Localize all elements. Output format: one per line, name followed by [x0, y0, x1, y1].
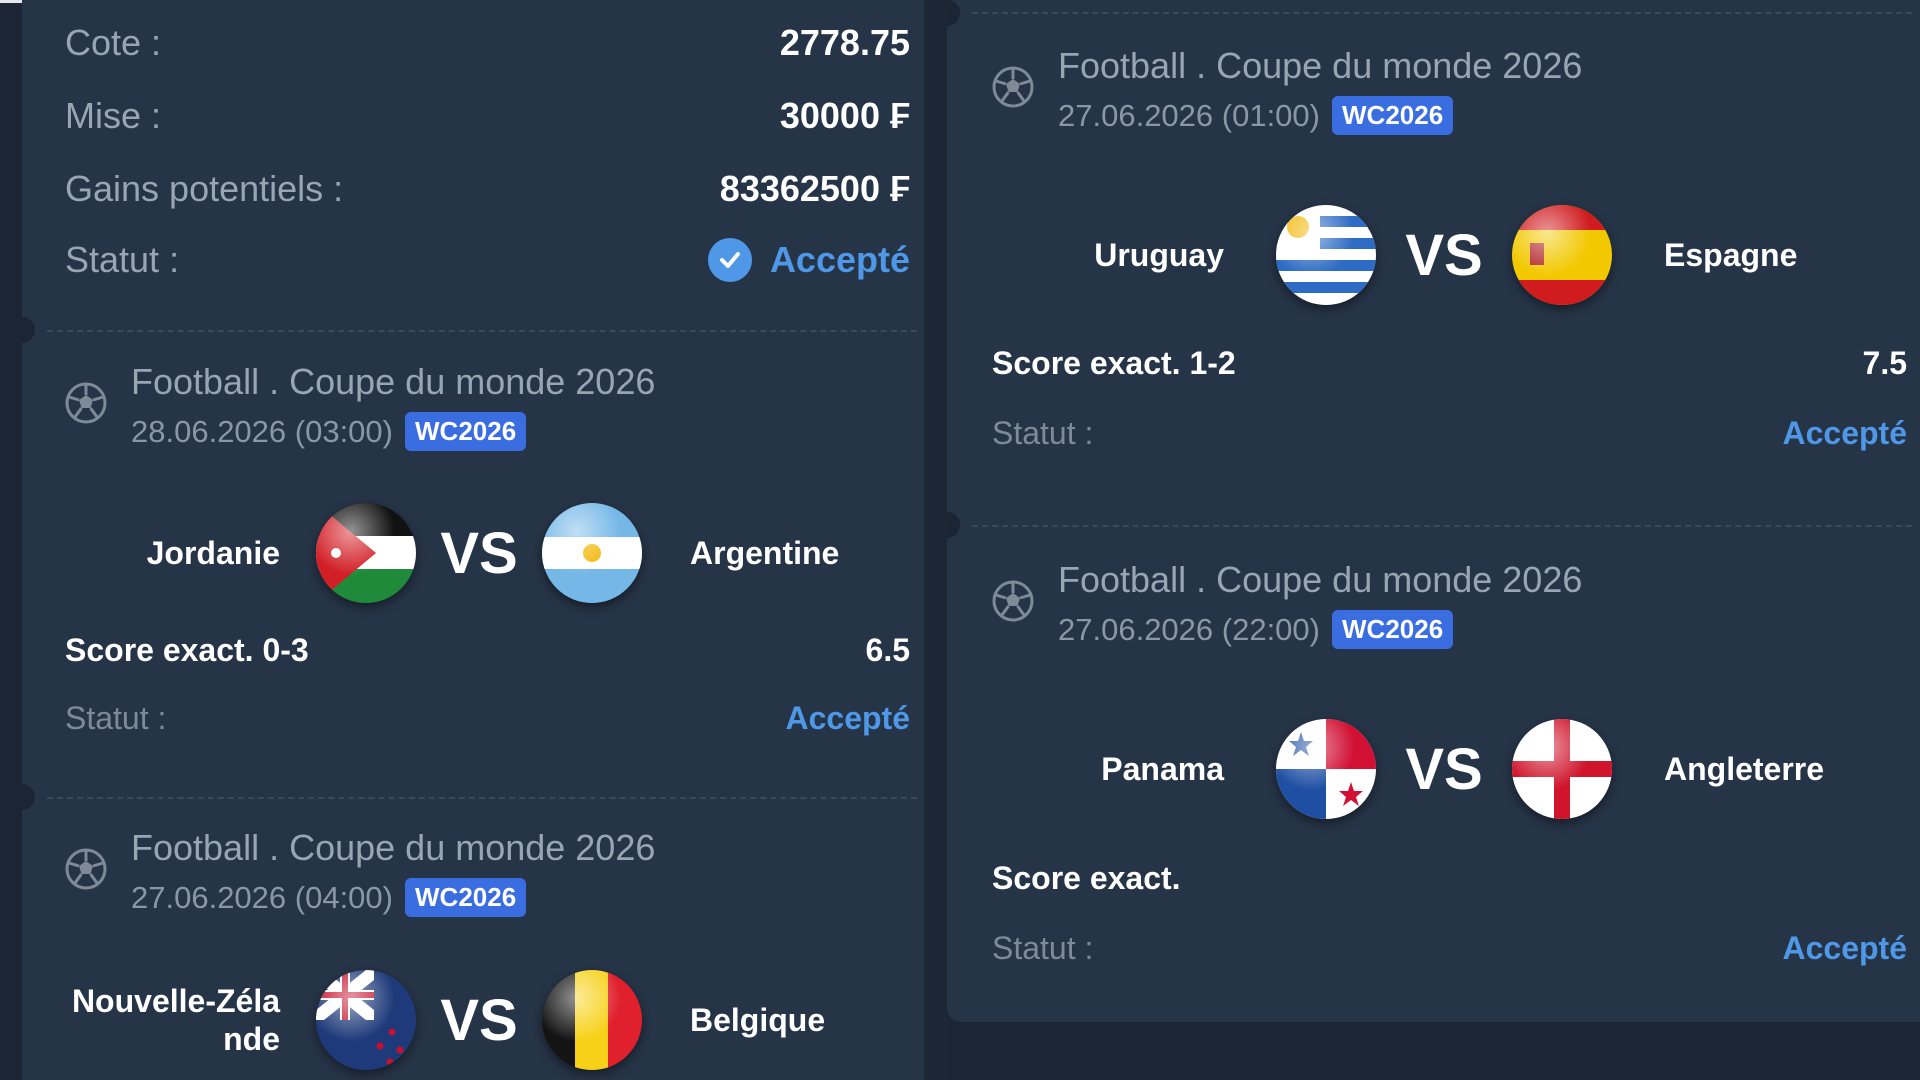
event-header: Football . Coupe du monde 2026 27.06.202… — [65, 826, 655, 917]
gains-value: 83362500 ₣ — [719, 168, 910, 209]
away-team: Angleterre — [1664, 750, 1825, 787]
vs-label: VS — [1405, 222, 1483, 288]
bet-ticket-right: Football . Coupe du monde 2026 27.06.202… — [947, 0, 1920, 1022]
event-header: Football . Coupe du monde 2026 27.06.202… — [992, 44, 1582, 135]
away-team: Belgique — [690, 1001, 826, 1038]
soccer-ball-icon — [65, 848, 107, 890]
england-flag-icon — [1512, 719, 1612, 819]
divider — [47, 330, 917, 332]
soccer-ball-icon — [992, 580, 1034, 622]
vs-label: VS — [440, 987, 518, 1053]
statut-row: Statut : Accepté — [65, 238, 910, 282]
league-name: Football . Coupe du monde 2026 — [1058, 45, 1583, 86]
bet-row: Score exact. 0-3 6.5 — [65, 632, 910, 669]
event-status-row: Statut : Accepté — [992, 415, 1907, 452]
match-row: Uruguay VS Espagne — [947, 205, 1797, 305]
event-header: Football . Coupe du monde 2026 27.06.202… — [992, 558, 1582, 649]
league-name: Football . Coupe du monde 2026 — [1058, 559, 1583, 600]
new-zealand-flag-icon — [316, 970, 416, 1070]
tournament-badge: WC2026 — [1332, 96, 1454, 135]
tournament-badge: WC2026 — [405, 412, 527, 451]
event-status-row: Statut : Accepté — [992, 930, 1907, 967]
divider — [47, 797, 917, 799]
event-status-row: Statut : Accepté — [65, 700, 910, 737]
argentina-flag-icon — [542, 503, 642, 603]
event-date: 27.06.2026 (01:00) — [1058, 97, 1320, 133]
event-status-label: Statut : — [65, 700, 167, 736]
tournament-badge: WC2026 — [405, 878, 527, 917]
event-date: 28.06.2026 (03:00) — [131, 413, 393, 449]
away-team: Argentine — [690, 534, 840, 571]
event-header: Football . Coupe du monde 2026 28.06.202… — [65, 360, 655, 451]
home-team: Panama — [1101, 750, 1224, 787]
home-team: Uruguay — [1094, 236, 1224, 273]
bet-selection: Score exact. — [992, 860, 1181, 896]
gains-label: Gains potentiels : — [65, 168, 344, 209]
cote-value: 2778.75 — [779, 22, 910, 63]
divider — [972, 525, 1912, 527]
bet-row: Score exact. — [992, 860, 1907, 897]
soccer-ball-icon — [65, 382, 107, 424]
gains-row: Gains potentiels : 83362500 ₣ — [65, 168, 910, 210]
status-badge: Accepté — [707, 238, 910, 282]
league-name: Football . Coupe du monde 2026 — [131, 361, 656, 402]
event-status-label: Statut : — [992, 930, 1094, 966]
bet-odd: 6.5 — [865, 632, 910, 668]
mise-label: Mise : — [65, 95, 162, 136]
spain-flag-icon — [1512, 205, 1612, 305]
soccer-ball-icon — [992, 66, 1034, 108]
bet-row: Score exact. 1-2 7.5 — [992, 345, 1907, 382]
tournament-badge: WC2026 — [1332, 610, 1454, 649]
event-status-value: Accepté — [1782, 415, 1908, 451]
status-text: Accepté — [769, 239, 910, 280]
belgium-flag-icon — [542, 970, 642, 1070]
mise-row: Mise : 30000 ₣ — [65, 95, 910, 137]
cote-row: Cote : 2778.75 — [65, 22, 910, 64]
panel-gap — [924, 0, 947, 1080]
match-row: Jordanie VS Argentine — [22, 503, 839, 603]
background-strip — [0, 0, 22, 1080]
match-row: Nouvelle-Zéla nde VS Belgique — [22, 970, 825, 1070]
panama-flag-icon — [1276, 719, 1376, 819]
uruguay-flag-icon — [1276, 205, 1376, 305]
bet-odd: 7.5 — [1862, 345, 1907, 381]
event-date: 27.06.2026 (04:00) — [131, 879, 393, 915]
vs-label: VS — [440, 520, 518, 586]
bet-ticket-left: Cote : 2778.75 Mise : 30000 ₣ Gains pote… — [22, 0, 924, 1080]
statut-label: Statut : — [65, 239, 180, 280]
check-circle-icon — [707, 238, 752, 282]
ticket-notch — [22, 784, 35, 810]
cote-label: Cote : — [65, 22, 162, 63]
vs-label: VS — [1405, 736, 1483, 802]
match-row: Panama VS Angleterre — [947, 719, 1824, 819]
ticket-notch — [947, 0, 960, 26]
event-date: 27.06.2026 (22:00) — [1058, 611, 1320, 647]
event-status-value: Accepté — [1782, 930, 1908, 966]
event-status-value: Accepté — [785, 700, 911, 736]
event-status-label: Statut : — [992, 415, 1094, 451]
bet-selection: Score exact. 0-3 — [65, 632, 309, 668]
divider — [972, 12, 1912, 14]
mise-value: 30000 ₣ — [779, 95, 910, 136]
ticket-notch — [22, 317, 35, 343]
ticket-notch — [947, 512, 960, 538]
jordan-flag-icon — [316, 503, 416, 603]
bet-selection: Score exact. 1-2 — [992, 345, 1236, 381]
league-name: Football . Coupe du monde 2026 — [131, 827, 656, 868]
home-team: Nouvelle-Zéla nde — [71, 983, 280, 1057]
home-team: Jordanie — [146, 534, 280, 571]
away-team: Espagne — [1664, 236, 1798, 273]
